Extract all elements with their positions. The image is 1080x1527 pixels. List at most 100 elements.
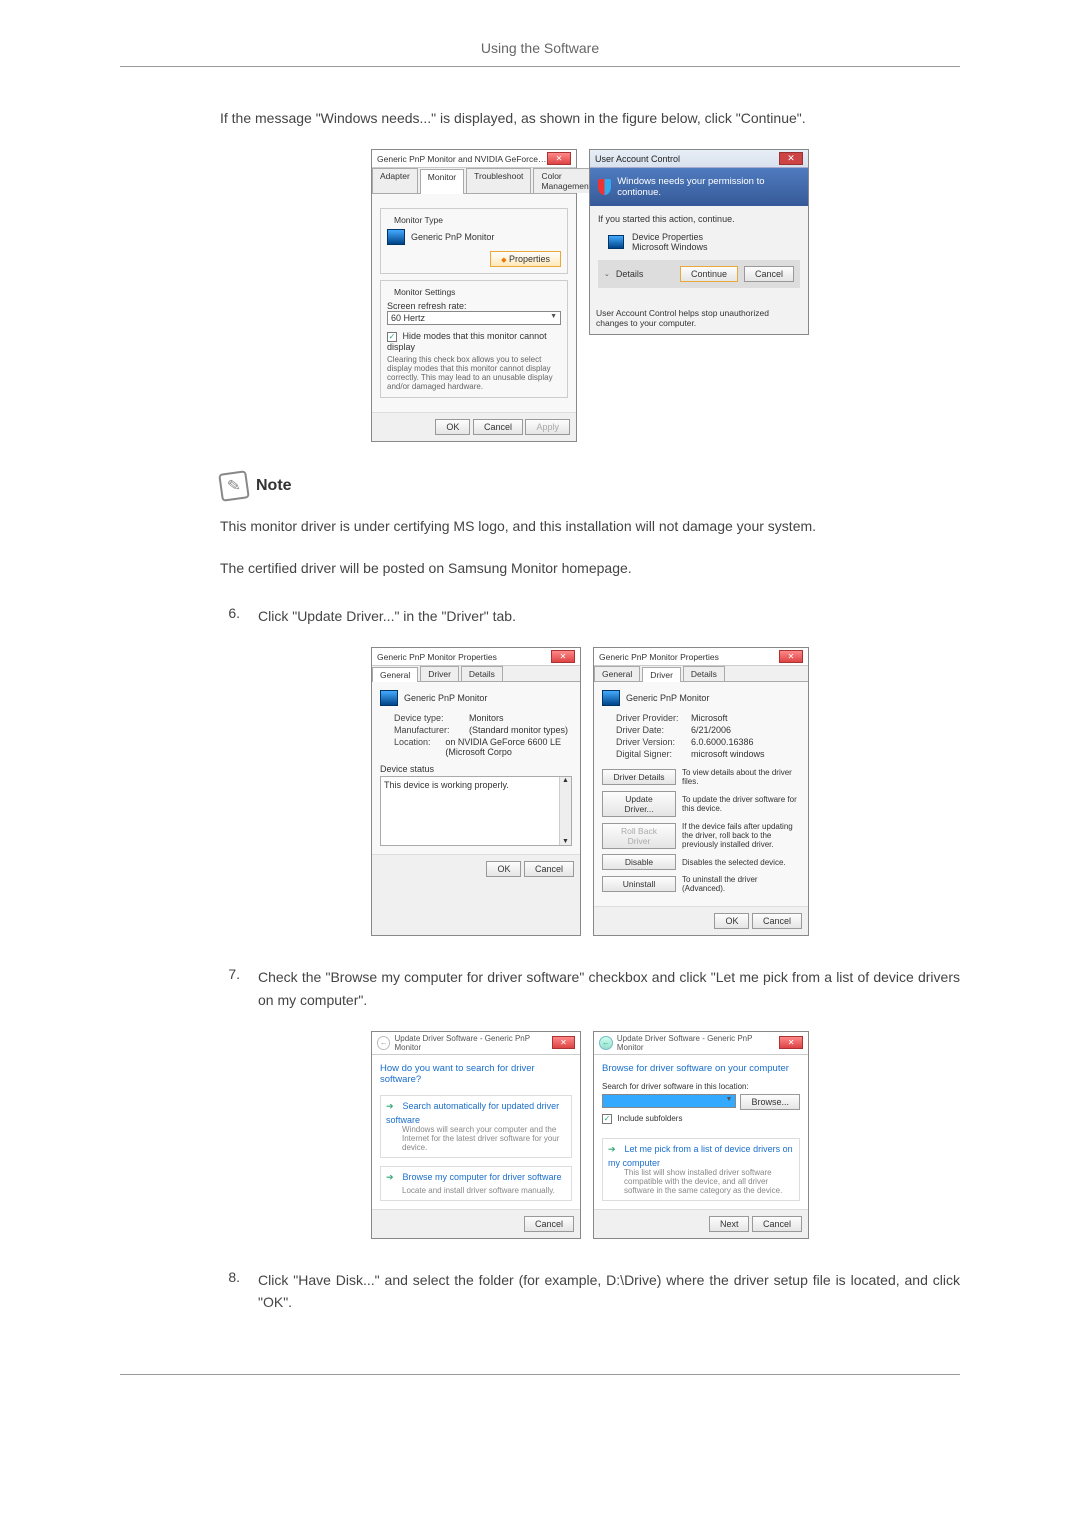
tabs: GeneralDriverDetails	[372, 666, 580, 682]
properties-button[interactable]: ◆ Properties	[490, 251, 561, 267]
ok-button[interactable]: OK	[435, 419, 470, 435]
cancel-button[interactable]: Cancel	[524, 861, 574, 877]
apply-button[interactable]: Apply	[525, 419, 570, 435]
driver-action-row: UninstallTo uninstall the driver (Advanc…	[602, 875, 800, 893]
location-input[interactable]: ▼	[602, 1094, 736, 1108]
wizard-title: Update Driver Software - Generic PnP Mon…	[394, 1034, 551, 1052]
disable-button[interactable]: Disable	[602, 854, 676, 870]
wizard-option-browse[interactable]: ➔ Browse my computer for driver software…	[380, 1166, 572, 1201]
note-icon: ✎	[218, 470, 250, 502]
cancel-button[interactable]: Cancel	[744, 266, 794, 282]
tab-driver[interactable]: Driver	[642, 667, 681, 682]
tab-general[interactable]: General	[594, 666, 640, 681]
arrow-icon: ➔	[386, 1172, 400, 1186]
wizard-option-auto[interactable]: ➔ Search automatically for updated drive…	[380, 1095, 572, 1158]
device-icon	[608, 235, 624, 249]
monitor-icon	[380, 690, 398, 706]
button-description: Disables the selected device.	[682, 858, 800, 867]
ok-button[interactable]: OK	[714, 913, 749, 929]
roll-back-driver-button[interactable]: Roll Back Driver	[602, 823, 676, 849]
tab-general[interactable]: General	[372, 667, 418, 682]
page-title: Using the Software	[120, 40, 960, 67]
footer-divider	[120, 1374, 960, 1375]
note-label: Note	[256, 477, 292, 495]
close-icon[interactable]: ✕	[779, 1036, 803, 1049]
monitor-name: Generic PnP Monitor	[411, 232, 494, 242]
include-subfolders-label: Include subfolders	[618, 1114, 683, 1123]
cancel-button[interactable]: Cancel	[524, 1216, 574, 1232]
properties-driver-dialog: Generic PnP Monitor Properties ✕ General…	[593, 647, 809, 936]
dialog-title: Generic PnP Monitor and NVIDIA GeForce 6…	[377, 154, 547, 164]
hide-modes-desc: Clearing this check box allows you to se…	[387, 355, 561, 391]
arrow-icon: ➔	[386, 1101, 400, 1115]
cancel-button[interactable]: Cancel	[752, 913, 802, 929]
tab-details[interactable]: Details	[461, 666, 503, 681]
detail-row: Manufacturer:(Standard monitor types)	[394, 724, 572, 736]
step-text: Click "Have Disk..." and select the fold…	[258, 1269, 960, 1314]
refresh-dropdown[interactable]: 60 Hertz▼	[387, 311, 561, 325]
close-icon[interactable]: ✕	[779, 650, 803, 663]
browse-button[interactable]: Browse...	[740, 1094, 800, 1110]
hide-modes-label: Hide modes that this monitor cannot disp…	[387, 331, 547, 352]
hide-modes-checkbox[interactable]: ✓	[387, 332, 397, 342]
note-para-1: This monitor driver is under certifying …	[220, 515, 960, 537]
next-button[interactable]: Next	[709, 1216, 750, 1232]
chevron-down-icon: ▼	[726, 1096, 733, 1106]
close-icon[interactable]: ✕	[547, 152, 571, 165]
driver-action-row: Disable Disables the selected device.	[602, 854, 800, 870]
uninstall-button[interactable]: Uninstall	[602, 876, 676, 892]
close-icon[interactable]: ✕	[779, 152, 803, 165]
tab-troubleshoot[interactable]: Troubleshoot	[466, 168, 531, 193]
button-description: If the device fails after updating the d…	[682, 822, 800, 849]
cancel-button[interactable]: Cancel	[752, 1216, 802, 1232]
tabs: GeneralDriverDetails	[594, 666, 808, 682]
continue-button[interactable]: Continue	[680, 266, 738, 282]
dialog-title: Generic PnP Monitor Properties	[377, 652, 497, 662]
status-textbox: This device is working properly. ▲ ▼	[380, 776, 572, 846]
tab-driver[interactable]: Driver	[420, 666, 459, 681]
properties-general-dialog: Generic PnP Monitor Properties ✕ General…	[371, 647, 581, 936]
back-icon[interactable]: ←	[377, 1036, 390, 1050]
tab-monitor[interactable]: Monitor	[420, 169, 464, 194]
monitor-settings-label: Monitor Settings	[391, 287, 458, 297]
chevron-down-icon[interactable]: ⌄	[604, 270, 610, 278]
include-subfolders-checkbox[interactable]: ✓	[602, 1114, 612, 1124]
shield-icon	[598, 179, 611, 195]
ok-button[interactable]: OK	[486, 861, 521, 877]
driver-action-row: Driver DetailsTo view details about the …	[602, 768, 800, 786]
note-para-2: The certified driver will be posted on S…	[220, 557, 960, 579]
uac-dialog: User Account Control ✕ Windows needs you…	[589, 149, 809, 335]
update-wizard-search: ← Update Driver Software - Generic PnP M…	[371, 1031, 581, 1239]
detail-row: Digital Signer:microsoft windows	[616, 748, 800, 760]
step-number: 7.	[220, 966, 240, 1011]
close-icon[interactable]: ✕	[551, 650, 575, 663]
detail-row: Device type:Monitors	[394, 712, 572, 724]
close-icon[interactable]: ✕	[552, 1036, 575, 1049]
update-driver--button[interactable]: Update Driver...	[602, 791, 676, 817]
cancel-button[interactable]: Cancel	[473, 419, 523, 435]
detail-row: Driver Date:6/21/2006	[616, 724, 800, 736]
step-number: 6.	[220, 605, 240, 627]
wizard-heading: Browse for driver software on your compu…	[602, 1063, 800, 1074]
uac-title: User Account Control	[595, 154, 680, 164]
dialog-title: Generic PnP Monitor Properties	[599, 652, 719, 662]
driver-action-row: Update Driver...To update the driver sof…	[602, 791, 800, 817]
details-toggle[interactable]: Details	[616, 269, 674, 279]
pick-from-list-option[interactable]: ➔ Let me pick from a list of device driv…	[602, 1138, 800, 1201]
driver-details-button[interactable]: Driver Details	[602, 769, 676, 785]
update-wizard-browse: ← Update Driver Software - Generic PnP M…	[593, 1031, 809, 1239]
uac-item-publisher: Microsoft Windows	[632, 242, 708, 252]
tab-details[interactable]: Details	[683, 666, 725, 681]
back-icon[interactable]: ←	[599, 1036, 613, 1050]
detail-row: Driver Version:6.0.6000.16386	[616, 736, 800, 748]
step-number: 8.	[220, 1269, 240, 1314]
scrollbar[interactable]: ▲ ▼	[559, 777, 571, 845]
monitor-name: Generic PnP Monitor	[404, 693, 487, 703]
intro-paragraph: If the message "Windows needs..." is dis…	[220, 107, 960, 129]
driver-action-row: Roll Back DriverIf the device fails afte…	[602, 822, 800, 849]
device-status-label: Device status	[380, 764, 572, 774]
uac-footer: User Account Control helps stop unauthor…	[590, 302, 808, 334]
monitor-type-label: Monitor Type	[391, 215, 446, 225]
step-text: Click "Update Driver..." in the "Driver"…	[258, 605, 960, 627]
tab-adapter[interactable]: Adapter	[372, 168, 418, 193]
